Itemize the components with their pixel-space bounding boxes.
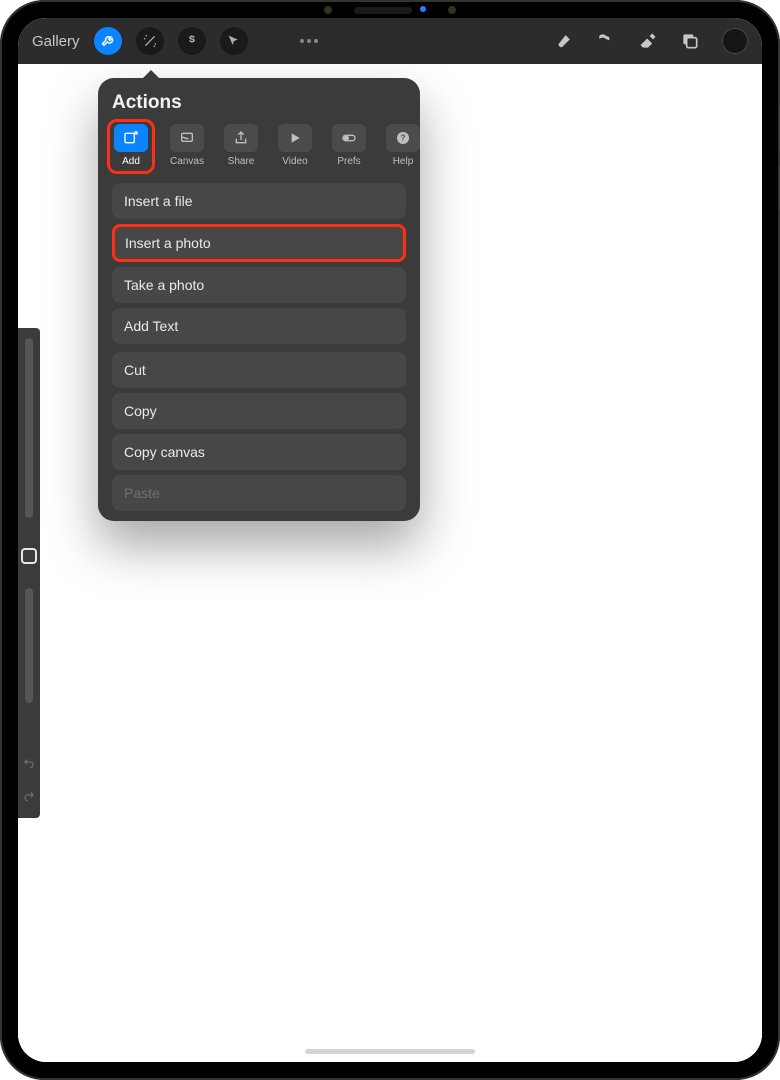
tab-prefs[interactable]: Prefs xyxy=(327,124,371,169)
device-notch xyxy=(324,6,456,14)
actions-popup: Actions Add Canvas Share Video xyxy=(98,78,420,521)
actions-menu-group-2: Cut Copy Copy canvas Paste xyxy=(112,352,406,511)
popup-title: Actions xyxy=(112,92,406,114)
transform-button[interactable] xyxy=(220,27,248,55)
menu-cut[interactable]: Cut xyxy=(112,352,406,388)
tab-label: Prefs xyxy=(337,156,360,167)
redo-icon xyxy=(22,789,36,803)
adjustments-button[interactable] xyxy=(136,27,164,55)
top-toolbar: Gallery xyxy=(18,18,762,64)
play-icon xyxy=(287,130,303,146)
eraser-icon xyxy=(638,31,658,51)
tab-canvas[interactable]: Canvas xyxy=(165,124,209,169)
screen: Gallery xyxy=(18,18,762,1062)
layers-icon xyxy=(680,31,700,51)
wand-icon xyxy=(142,33,158,49)
undo-icon xyxy=(22,756,36,770)
opacity-slider[interactable] xyxy=(25,588,33,703)
s-icon xyxy=(184,33,200,49)
wrench-icon xyxy=(100,33,116,49)
share-icon xyxy=(233,130,249,146)
actions-button[interactable] xyxy=(94,27,122,55)
selection-button[interactable] xyxy=(178,27,206,55)
actions-tab-row: Add Canvas Share Video Prefs xyxy=(112,124,406,169)
menu-insert-file[interactable]: Insert a file xyxy=(112,183,406,219)
canvas-icon xyxy=(179,130,195,146)
brush-size-slider[interactable] xyxy=(25,338,33,518)
menu-insert-photo[interactable]: Insert a photo xyxy=(112,224,406,262)
undo-button[interactable] xyxy=(22,756,36,775)
modify-button[interactable] xyxy=(21,548,37,564)
ipad-frame: Gallery xyxy=(0,0,780,1080)
gallery-button[interactable]: Gallery xyxy=(32,33,80,50)
tab-label: Canvas xyxy=(170,156,204,167)
redo-button[interactable] xyxy=(22,789,36,808)
menu-take-photo[interactable]: Take a photo xyxy=(112,267,406,303)
svg-text:?: ? xyxy=(401,134,406,143)
add-icon xyxy=(123,130,139,146)
smudge-button[interactable] xyxy=(596,31,616,51)
sidebar-sliders xyxy=(18,328,40,818)
eraser-button[interactable] xyxy=(638,31,658,51)
color-picker-button[interactable] xyxy=(722,28,748,54)
tab-add[interactable]: Add xyxy=(107,119,155,174)
tab-label: Help xyxy=(393,156,414,167)
layers-button[interactable] xyxy=(680,31,700,51)
brush-icon xyxy=(554,31,574,51)
tab-share[interactable]: Share xyxy=(219,124,263,169)
more-menu-icon[interactable] xyxy=(300,39,318,43)
home-indicator[interactable] xyxy=(305,1049,475,1054)
tab-video[interactable]: Video xyxy=(273,124,317,169)
menu-paste: Paste xyxy=(112,475,406,511)
menu-copy[interactable]: Copy xyxy=(112,393,406,429)
brush-button[interactable] xyxy=(554,31,574,51)
tab-label: Share xyxy=(228,156,255,167)
help-icon: ? xyxy=(395,130,411,146)
menu-copy-canvas[interactable]: Copy canvas xyxy=(112,434,406,470)
tab-label: Add xyxy=(122,156,140,167)
cursor-icon xyxy=(226,33,242,49)
menu-add-text[interactable]: Add Text xyxy=(112,308,406,344)
toggle-icon xyxy=(341,130,357,146)
tab-label: Video xyxy=(282,156,307,167)
actions-menu-group-1: Insert a file Insert a photo Take a phot… xyxy=(112,183,406,344)
smudge-icon xyxy=(596,31,616,51)
tab-help[interactable]: ? Help xyxy=(381,124,425,169)
